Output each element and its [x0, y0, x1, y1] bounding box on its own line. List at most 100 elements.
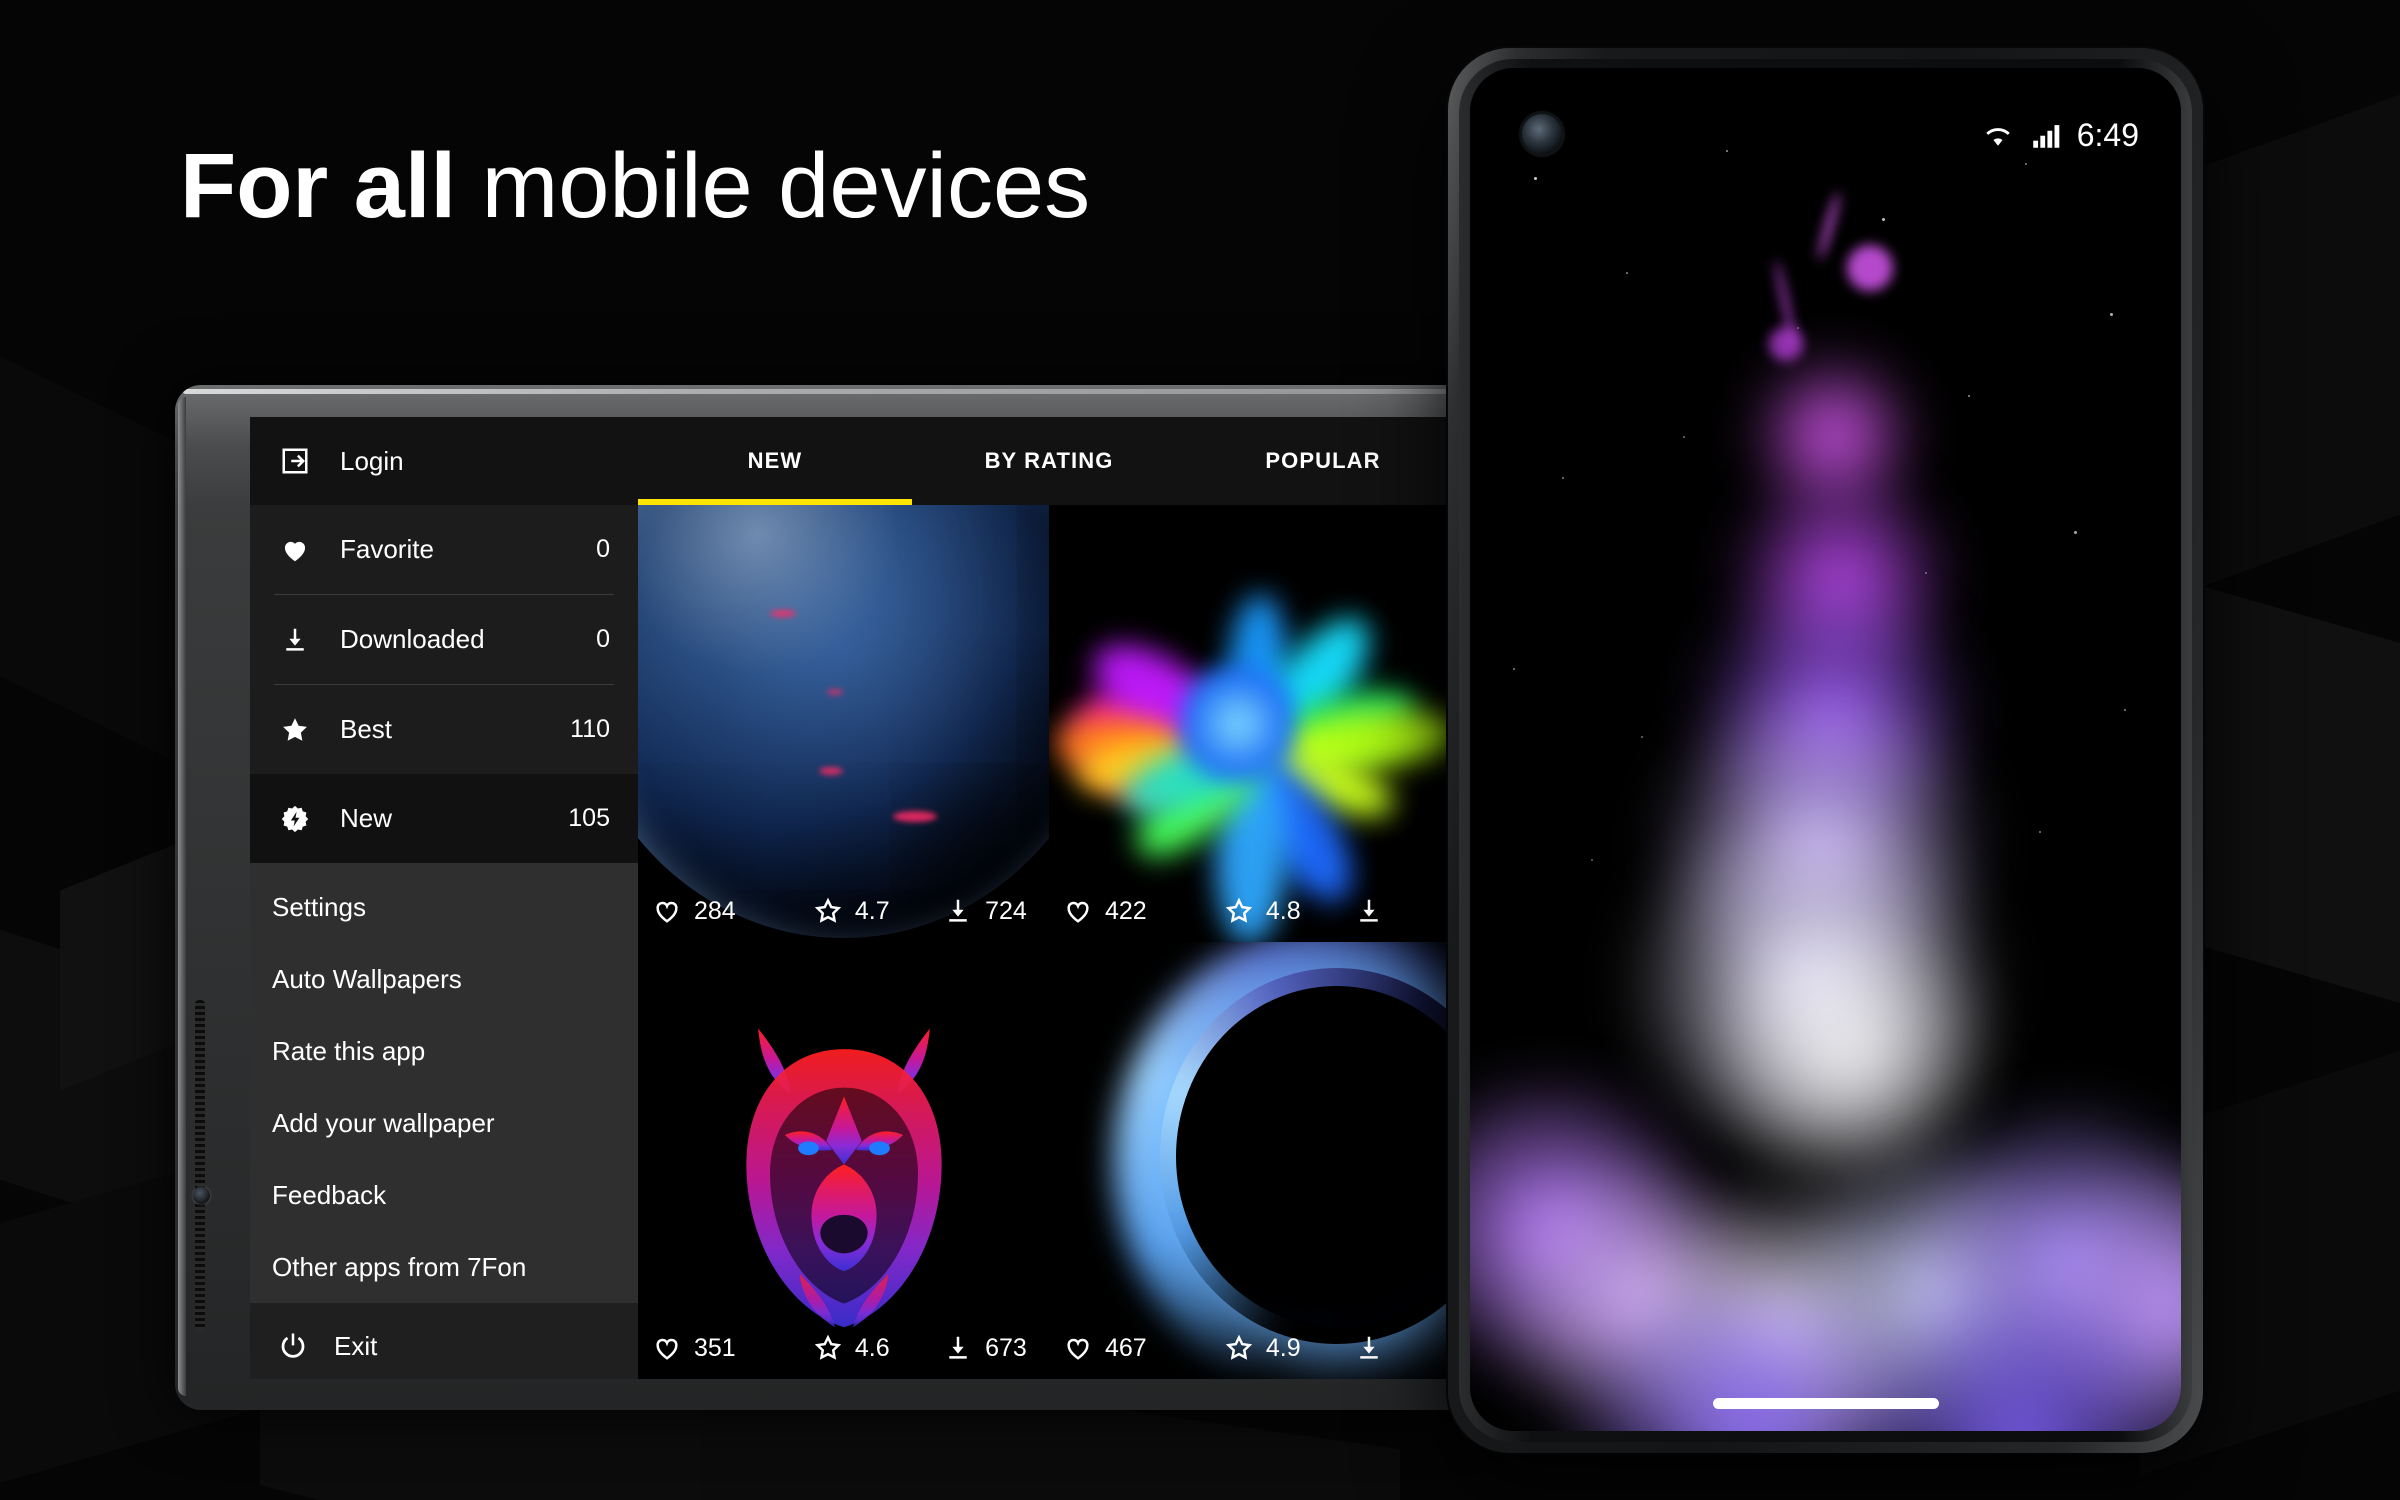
eclipse-ring [1049, 942, 1460, 1379]
download-icon [943, 896, 973, 926]
phone-device: 6:49 [1448, 48, 2203, 1453]
menu-item-add-your-wallpaper[interactable]: Add your wallpaper [250, 1087, 638, 1159]
card-stats: 284 4.7 724 [638, 880, 1049, 942]
menu-item-rate-this-app[interactable]: Rate this app [250, 1015, 638, 1087]
heart-outline-icon [652, 1333, 682, 1363]
download-icon [280, 625, 310, 655]
headline-strong: For all [180, 135, 457, 237]
sidebar-item-favorite[interactable]: Favorite 0 [250, 505, 638, 594]
sidebar-item-downloaded-label: Downloaded [340, 624, 485, 654]
headline-light: mobile devices [481, 135, 1091, 237]
downloads-stat: 673 [943, 1333, 1035, 1363]
heart-outline-icon [1063, 896, 1093, 926]
wolf-illustration [745, 1025, 942, 1328]
exit-label: Exit [334, 1330, 378, 1361]
download-icon [943, 1333, 973, 1363]
signal-bars-icon [2029, 118, 2063, 152]
card-stats: 351 4.6 673 [638, 1317, 1049, 1379]
downloads-stat: 724 [943, 896, 1035, 926]
likes-value: 351 [694, 1333, 736, 1362]
sidebar-item-downloaded[interactable]: Downloaded 0 [250, 595, 638, 684]
downloads-value: 673 [985, 1333, 1027, 1362]
rating-value: 4.6 [854, 1333, 890, 1362]
wallpaper-card-planet[interactable]: 284 4.7 724 [638, 505, 1049, 942]
star-outline-icon [813, 1333, 843, 1363]
likes-stat: 422 [1063, 896, 1224, 926]
login-label: Login [340, 445, 404, 476]
heart-outline-icon [1063, 1333, 1093, 1363]
tab-by-rating[interactable]: BY RATING [912, 417, 1186, 505]
star-outline-icon [1224, 896, 1254, 926]
tab-bar: NEW BY RATING POPULAR [638, 417, 1460, 505]
sidebar-item-downloaded-count: 0 [596, 625, 610, 653]
tablet-camera [193, 1187, 210, 1204]
menu-item-other-apps[interactable]: Other apps from 7Fon [250, 1231, 638, 1303]
wifi-icon [1981, 118, 2015, 152]
powder-burst [1049, 505, 1460, 942]
download-icon [1354, 1333, 1384, 1363]
likes-stat: 351 [652, 1333, 813, 1363]
card-stats: 467 4.9 [1049, 1317, 1460, 1379]
login-button[interactable]: Login [250, 417, 638, 505]
wallpaper-card-wolf[interactable]: 351 4.6 673 [638, 942, 1049, 1379]
menu-item-feedback[interactable]: Feedback [250, 1159, 638, 1231]
rating-stat: 4.6 [813, 1333, 943, 1363]
screenshot-root: For all mobile devices Login NEW BY RATI… [0, 0, 2400, 1500]
heart-outline-icon [652, 896, 682, 926]
rating-value: 4.7 [854, 896, 890, 925]
status-time: 6:49 [2076, 116, 2139, 153]
page-title: For all mobile devices [180, 140, 1090, 232]
sidebar-item-best[interactable]: Best 110 [250, 685, 638, 774]
phone-screen: 6:49 [1470, 68, 2181, 1431]
wallpaper-card-eclipse[interactable]: 467 4.9 [1049, 942, 1460, 1379]
heart-icon [280, 535, 310, 565]
sidebar-item-new-label: New [340, 803, 393, 833]
wallpaper-card-burst[interactable]: 422 4.8 [1049, 505, 1460, 942]
likes-stat: 467 [1063, 1333, 1224, 1363]
rating-stat: 4.7 [813, 896, 943, 926]
drawer-nav-section: Favorite 0 Downloaded 0 Best 110 New 105 [250, 505, 638, 863]
tablet-device: Login NEW BY RATING POPULAR Favorite 0 D… [175, 385, 1460, 1410]
sidebar-item-favorite-label: Favorite [340, 534, 434, 564]
rating-stat: 4.8 [1224, 896, 1354, 926]
card-stats: 422 4.8 [1049, 880, 1460, 942]
tab-new[interactable]: NEW [638, 417, 912, 505]
drawer-menu-section: Settings Auto Wallpapers Rate this app A… [250, 863, 638, 1303]
burst-core [1178, 663, 1299, 784]
menu-item-settings[interactable]: Settings [250, 871, 638, 943]
phone-wallpaper [1470, 68, 2181, 1431]
tablet-speaker-grille [195, 1000, 205, 1330]
download-icon [1354, 896, 1384, 926]
tab-popular[interactable]: POPULAR [1186, 417, 1460, 505]
planet-atmosphere [638, 505, 1049, 938]
login-arrow-icon [280, 446, 310, 476]
star-outline-icon [1224, 1333, 1254, 1363]
tablet-left-edge [178, 397, 186, 1396]
likes-value: 467 [1105, 1333, 1147, 1362]
sidebar-item-new-count: 105 [568, 804, 610, 832]
tablet-screen: Login NEW BY RATING POPULAR Favorite 0 D… [250, 417, 1460, 1379]
app-bar: Login NEW BY RATING POPULAR [250, 417, 1460, 505]
menu-item-auto-wallpapers[interactable]: Auto Wallpapers [250, 943, 638, 1015]
drawer-exit-section: Exit [250, 1303, 638, 1379]
likes-value: 422 [1105, 896, 1147, 925]
tablet-top-highlight [183, 389, 1460, 394]
likes-stat: 284 [652, 896, 813, 926]
sidebar-item-favorite-count: 0 [596, 535, 610, 563]
rating-stat: 4.9 [1224, 1333, 1354, 1363]
wallpaper-grid: 284 4.7 724 422 4.8 351 4.6 673 467 4.9 [638, 505, 1460, 1379]
power-icon [278, 1331, 308, 1361]
wallpaper-art-wolf [638, 942, 1049, 1379]
wallpaper-art-planet [638, 505, 1049, 942]
wallpaper-art-eclipse [1049, 942, 1460, 1379]
rating-value: 4.9 [1265, 1333, 1301, 1362]
sidebar-item-new[interactable]: New 105 [250, 774, 638, 863]
home-indicator[interactable] [1712, 1398, 1939, 1409]
likes-value: 284 [694, 896, 736, 925]
downloads-stat [1354, 896, 1446, 926]
star-outline-icon [813, 896, 843, 926]
exit-button[interactable]: Exit [250, 1303, 638, 1379]
downloads-stat [1354, 1333, 1446, 1363]
rating-value: 4.8 [1265, 896, 1301, 925]
new-badge-icon [280, 804, 310, 834]
